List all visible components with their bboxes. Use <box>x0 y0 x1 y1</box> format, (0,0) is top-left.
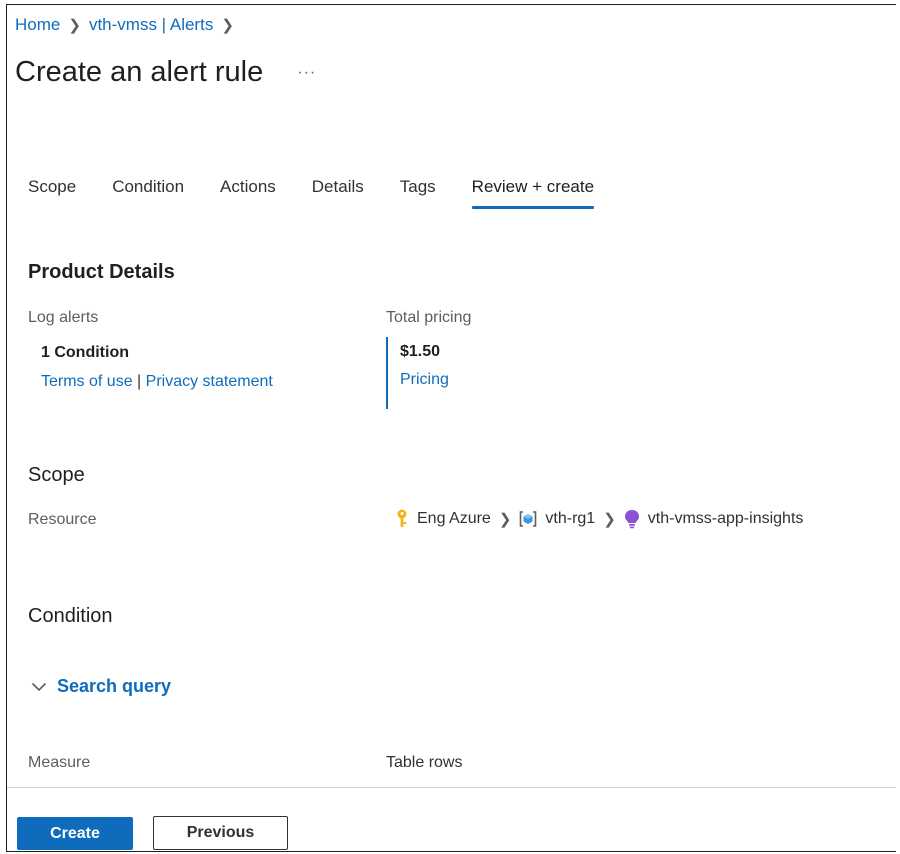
resource-group-icon <box>519 510 537 528</box>
tab-condition[interactable]: Condition <box>112 177 184 209</box>
product-details-heading: Product Details <box>28 261 175 283</box>
tab-details[interactable]: Details <box>312 177 364 209</box>
price-value: $1.50 <box>400 343 441 360</box>
chevron-down-icon <box>31 682 47 692</box>
breadcrumb-home[interactable]: Home <box>15 15 60 35</box>
breadcrumb-vth-vmss-alerts[interactable]: vth-vmss | Alerts <box>89 15 213 35</box>
title-row: Create an alert rule ··· <box>15 56 320 89</box>
create-button[interactable]: Create <box>17 817 133 850</box>
pricing-block: $1.50 Pricing <box>386 337 449 409</box>
resource-label: Resource <box>28 511 97 528</box>
condition-heading: Condition <box>28 605 113 627</box>
measure-label: Measure <box>28 754 91 771</box>
scope-heading: Scope <box>28 464 85 486</box>
page-title: Create an alert rule <box>15 56 264 88</box>
more-options-button[interactable]: ··· <box>293 60 320 86</box>
tab-review-create[interactable]: Review + create <box>471 177 595 209</box>
wizard-tabs: Scope Condition Actions Details Tags Rev… <box>28 177 595 209</box>
chevron-right-icon: ❯ <box>498 511 512 528</box>
subscription-name: Eng Azure <box>417 510 491 527</box>
app-insights-icon <box>624 509 640 529</box>
search-query-expander[interactable]: Search query <box>31 676 171 697</box>
chevron-right-icon: ❯ <box>68 17 81 34</box>
search-query-label: Search query <box>57 676 172 696</box>
app-insights-name: vth-vmss-app-insights <box>647 510 804 527</box>
privacy-statement-link[interactable]: Privacy statement <box>146 373 273 390</box>
previous-button[interactable]: Previous <box>153 816 288 850</box>
create-alert-rule-blade: Home ❯ vth-vmss | Alerts ❯ Create an ale… <box>6 4 896 852</box>
footer-divider <box>7 787 896 788</box>
breadcrumb: Home ❯ vth-vmss | Alerts ❯ <box>15 15 234 35</box>
key-icon <box>395 509 409 529</box>
terms-of-use-link[interactable]: Terms of use <box>41 373 133 390</box>
total-pricing-label: Total pricing <box>386 309 472 326</box>
resource-path: Eng Azure ❯ vth-rg1 ❯ vth-vmss-app-insig… <box>395 509 803 529</box>
link-separator: | <box>137 373 142 390</box>
log-alerts-label: Log alerts <box>28 309 99 326</box>
condition-count: 1 Condition <box>41 344 129 361</box>
tab-actions[interactable]: Actions <box>220 177 276 209</box>
legal-links: Terms of use | Privacy statement <box>41 373 273 391</box>
chevron-right-icon: ❯ <box>221 17 234 34</box>
tab-scope[interactable]: Scope <box>28 177 76 209</box>
tab-tags[interactable]: Tags <box>400 177 436 209</box>
pricing-link[interactable]: Pricing <box>400 371 449 389</box>
chevron-right-icon: ❯ <box>603 511 616 528</box>
resource-group-name: vth-rg1 <box>545 510 596 527</box>
measure-value: Table rows <box>386 754 463 771</box>
